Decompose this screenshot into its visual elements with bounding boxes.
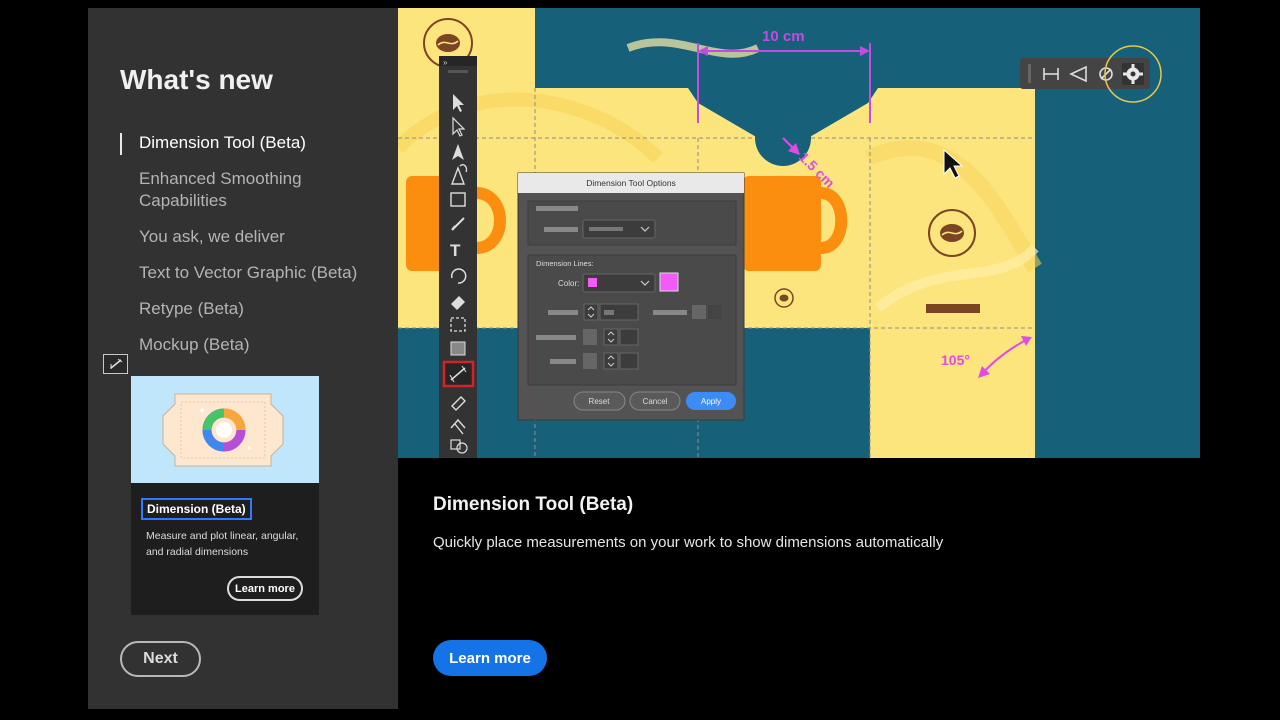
dimension-options-dialog: Dimension Tool Options Dimension Lines: … [517,172,745,421]
cancel-button[interactable]: Cancel [629,391,681,411]
svg-text:Reset: Reset [589,397,611,406]
svg-text:Cancel: Cancel [643,397,668,406]
coffee-bean-icon [774,288,794,308]
dimension-label-top: 10 cm [762,28,805,45]
feature-item-enhanced-smoothing[interactable]: Enhanced Smoothing Capabilities [120,168,380,212]
svg-text:✦: ✦ [246,444,253,453]
color-swatch[interactable] [659,272,679,292]
svg-text:»: » [443,58,448,67]
apply-button[interactable]: Apply [686,392,736,410]
hero-illustration: 10 cm 1.5 cm 105° » T Dimension Tool Opt… [398,8,1200,458]
tools-panel: » T [439,56,477,458]
feature-detail-title: Dimension Tool (Beta) [433,494,634,515]
feature-item-you-ask-we-deliver[interactable]: You ask, we deliver [120,226,380,248]
card-title: Dimension (Beta) [141,498,252,520]
gap-stepper[interactable] [603,352,639,370]
offset-stepper[interactable] [603,328,639,346]
page-title: What's new [120,64,273,95]
whats-new-sidebar: What's new Dimension Tool (Beta) Enhance… [88,8,398,709]
dimension-tool-icon [103,354,128,374]
feature-card: ✦ ✦ Dimension (Beta) Measure and plot li… [131,376,319,615]
card-illustration: ✦ ✦ [131,376,319,483]
svg-text:✦: ✦ [198,406,206,417]
coffee-bean-icon [928,209,976,257]
feature-list: Dimension Tool (Beta) Enhanced Smoothing… [120,132,380,370]
color-dropdown[interactable] [582,273,656,293]
units-dropdown[interactable] [582,219,656,239]
learn-more-button[interactable]: Learn more [433,640,547,676]
feature-item-retype[interactable]: Retype (Beta) [120,298,380,320]
card-description: Measure and plot linear, angular, and ra… [146,530,299,558]
dimension-lines-label: Dimension Lines: [536,259,594,268]
weight-stepper[interactable] [583,303,639,321]
feature-item-mockup[interactable]: Mockup (Beta) [120,334,380,356]
feature-item-dimension-tool[interactable]: Dimension Tool (Beta) [120,132,380,155]
reset-button[interactable]: Reset [573,391,626,411]
color-label: Color: [558,279,579,288]
dialog-title: Dimension Tool Options [586,178,676,188]
card-learn-more-button[interactable]: Learn more [227,576,303,601]
dimension-label-angle: 105° [941,352,970,368]
feature-item-text-to-vector[interactable]: Text to Vector Graphic (Beta) [120,262,380,284]
svg-text:Apply: Apply [701,397,721,406]
next-button[interactable]: Next [120,641,201,677]
feature-detail-description: Quickly place measurements on your work … [433,534,944,551]
gradient-tool-icon[interactable] [450,341,466,356]
type-tool-icon[interactable]: T [450,241,461,260]
